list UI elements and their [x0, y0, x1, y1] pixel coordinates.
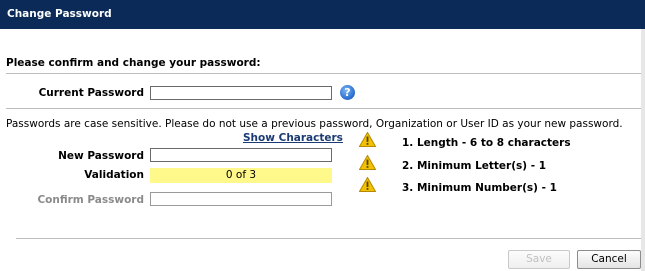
new-password-input[interactable] — [150, 148, 332, 162]
confirm-password-label: Confirm Password — [37, 194, 144, 206]
current-password-input[interactable] — [150, 86, 332, 100]
form-heading: Please confirm and change your password: — [6, 57, 261, 69]
dialog-title: Change Password — [7, 8, 112, 20]
warning-icon — [359, 177, 376, 192]
validation-status: 0 of 3 — [150, 168, 332, 183]
save-button[interactable]: Save — [508, 250, 570, 269]
new-password-label: New Password — [58, 150, 144, 162]
divider — [6, 108, 643, 109]
current-password-label: Current Password — [38, 87, 144, 99]
help-icon[interactable]: ? — [340, 85, 355, 100]
change-password-panel: Please confirm and change your password:… — [0, 29, 645, 271]
show-characters-link[interactable]: Show Characters — [243, 132, 343, 144]
warning-icon — [359, 155, 376, 170]
requirement-numbers: 3. Minimum Number(s) - 1 — [402, 182, 557, 194]
requirement-length: 1. Length - 6 to 8 characters — [402, 137, 571, 149]
password-note: Passwords are case sensitive. Please do … — [6, 118, 623, 130]
validation-label: Validation — [84, 169, 144, 181]
cancel-button[interactable]: Cancel — [577, 250, 641, 269]
warning-icon — [359, 132, 376, 147]
divider — [6, 73, 643, 74]
dialog-edge — [641, 29, 645, 271]
confirm-password-input[interactable] — [150, 192, 332, 206]
dialog-titlebar: Change Password — [0, 0, 645, 29]
divider — [16, 238, 641, 239]
requirement-letters: 2. Minimum Letter(s) - 1 — [402, 160, 547, 172]
